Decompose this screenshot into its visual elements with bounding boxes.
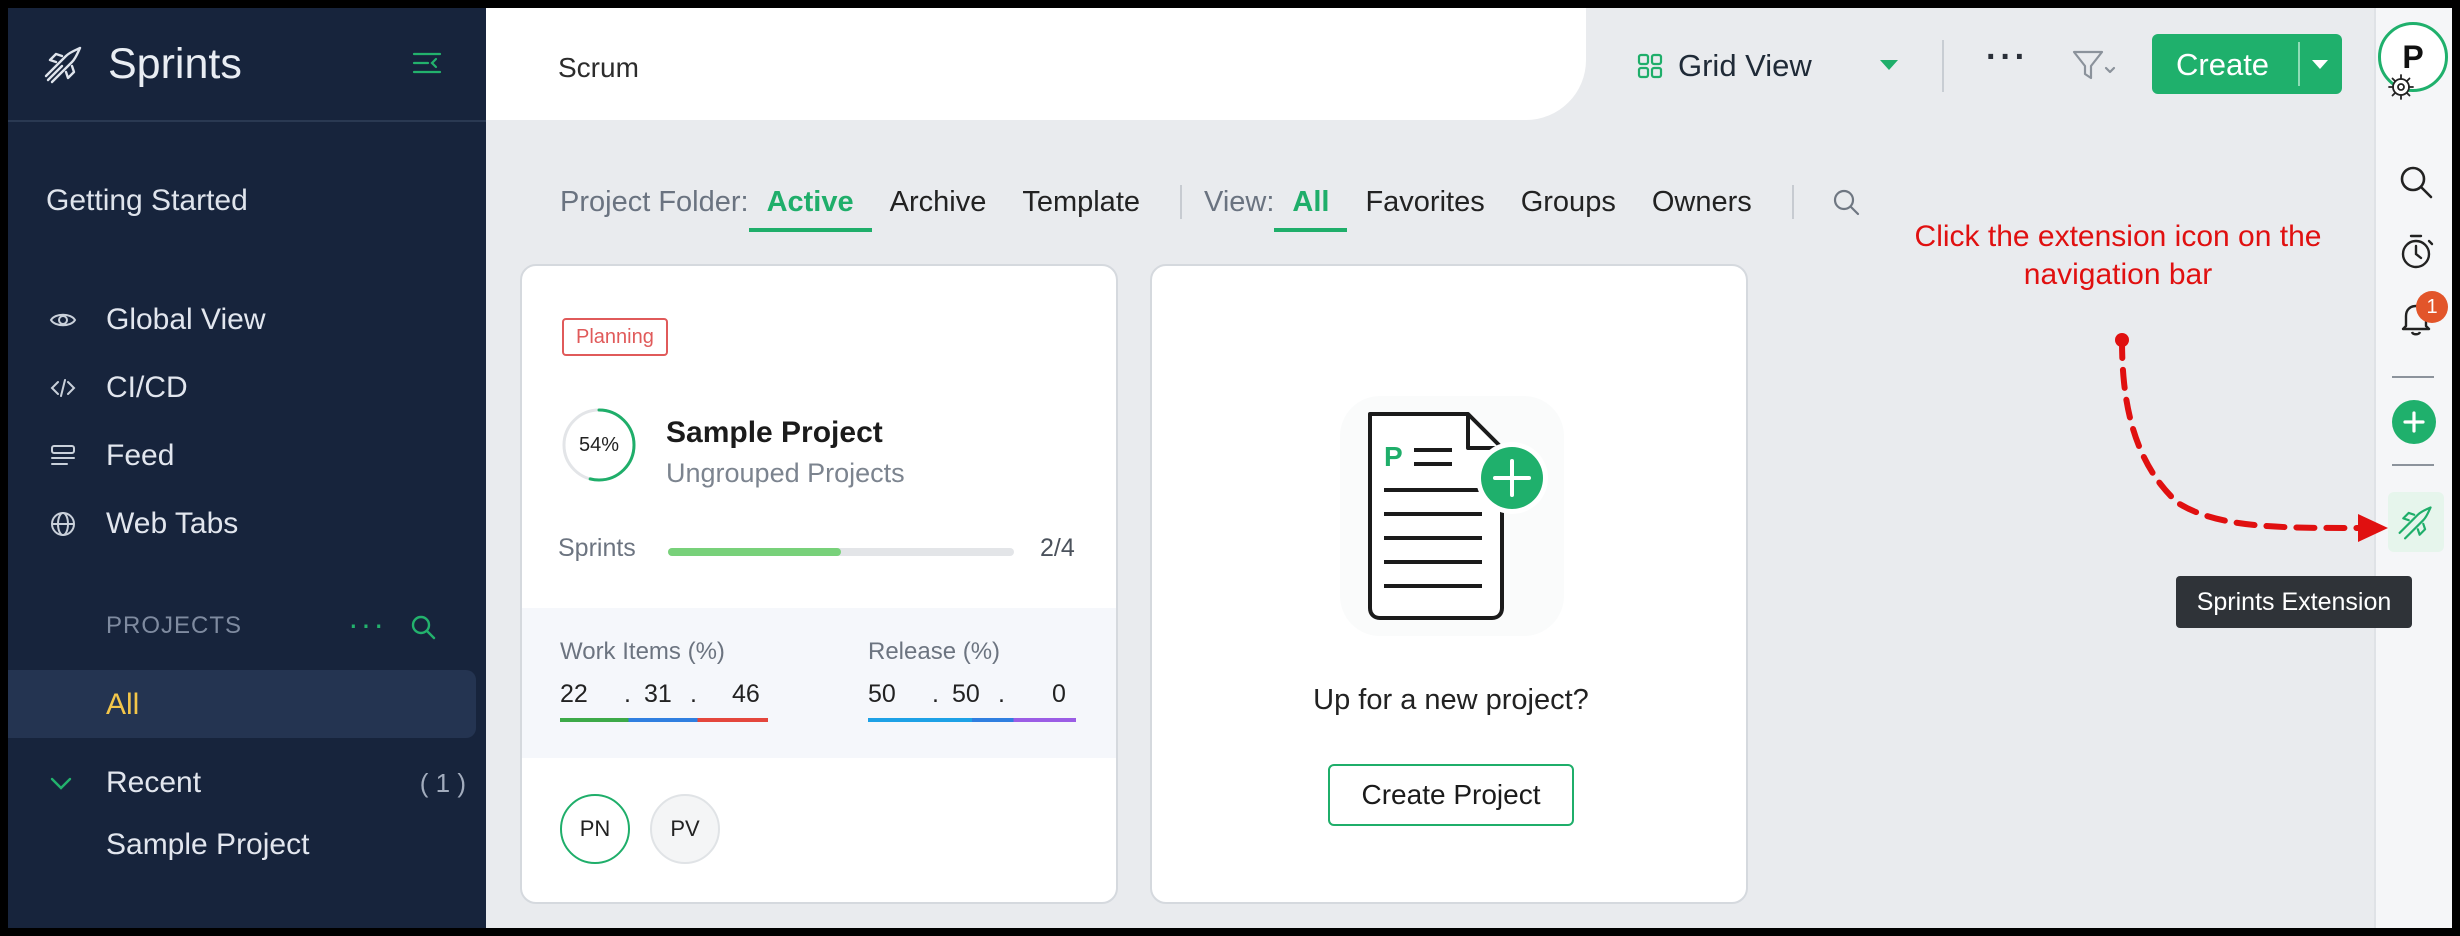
create-project-button[interactable]: Create Project: [1328, 764, 1574, 826]
status-badge: Planning: [562, 318, 668, 356]
release-values: 50 . 50 . 0: [868, 680, 1066, 708]
release-label: Release (%): [868, 638, 1001, 665]
tab-owners[interactable]: Owners: [1634, 172, 1770, 232]
project-folder-label: Project Folder:: [560, 185, 749, 218]
work-items-label: Work Items (%): [560, 638, 725, 665]
sprints-extension-icon: [2398, 506, 2432, 540]
tab-groups[interactable]: Groups: [1503, 172, 1634, 232]
tab-favorites[interactable]: Favorites: [1347, 172, 1502, 232]
recent-count: ( 1 ): [419, 767, 466, 798]
extension-tooltip: Sprints Extension: [2176, 576, 2412, 628]
rail-divider: [2392, 464, 2434, 466]
create-button[interactable]: Create: [2152, 34, 2342, 94]
view-dropdown-caret-icon[interactable]: [1880, 60, 1898, 70]
work-items-values: 22 . 31 . 46: [560, 680, 760, 708]
globe-icon: [46, 507, 80, 541]
filter-icon[interactable]: [2070, 46, 2118, 86]
project-stats: Work Items (%) 22 . 31 . 46 Release (%) …: [522, 608, 1116, 758]
progress-ring: 54%: [560, 406, 638, 484]
annotation-arrow-icon: [2115, 333, 2388, 542]
document-letter: P: [1384, 441, 1403, 472]
new-project-prompt: Up for a new project?: [1313, 684, 1589, 716]
quick-add-button[interactable]: [2392, 400, 2436, 444]
grid-view-selector[interactable]: Grid View: [1636, 44, 1812, 88]
projects-more-icon[interactable]: ···: [348, 606, 386, 643]
eye-icon: [46, 303, 80, 337]
getting-started-link[interactable]: Getting Started: [46, 184, 248, 218]
project-group: Ungrouped Projects: [666, 458, 905, 488]
filter-divider: [1180, 185, 1182, 219]
create-dropdown-icon[interactable]: [2312, 60, 2328, 69]
feed-icon: [46, 439, 80, 473]
projects-search-icon[interactable]: [408, 612, 438, 642]
app-title: Sprints: [108, 39, 242, 88]
create-split-divider: [2298, 42, 2300, 86]
project-filter-bar: Project Folder: Active Archive Template …: [560, 172, 1862, 232]
timer-icon[interactable]: [2396, 232, 2436, 272]
progress-percent: 54%: [578, 433, 620, 456]
sidebar-item-sample-project[interactable]: Sample Project: [106, 828, 309, 862]
rail-divider: [2392, 376, 2434, 378]
sidebar-item-web-tabs[interactable]: Web Tabs: [46, 490, 466, 558]
sprints-logo-icon: [42, 42, 86, 86]
projects-heading: PROJECTS: [106, 612, 243, 639]
project-name[interactable]: Sample Project: [666, 416, 883, 450]
project-members: PN PV: [560, 794, 740, 864]
tab-archive[interactable]: Archive: [872, 172, 1005, 232]
sprints-label: Sprints: [558, 534, 636, 562]
sidebar-nav: Global View CI/CD Feed Web Tabs: [46, 286, 466, 558]
plus-icon: [2403, 411, 2425, 433]
filter-divider: [1791, 185, 1794, 219]
sidebar-item-feed[interactable]: Feed: [46, 422, 466, 490]
code-icon: [46, 371, 80, 405]
new-document-illustration-icon: P: [1340, 396, 1564, 636]
breadcrumb-tab: Scrum: [486, 8, 1586, 120]
chevron-down-icon: [50, 777, 72, 790]
search-icon[interactable]: [2396, 162, 2436, 202]
more-options-icon[interactable]: ···: [1986, 38, 2029, 77]
sidebar-item-recent[interactable]: Recent ( 1 ): [46, 758, 466, 808]
project-card[interactable]: Planning 54% Sample Project Ungrouped Pr…: [520, 264, 1118, 904]
new-project-card: P Up for a new project? Create Project: [1150, 264, 1748, 904]
sidebar-divider: [8, 120, 486, 122]
tab-all[interactable]: All: [1274, 172, 1348, 232]
collapse-sidebar-icon[interactable]: [410, 46, 444, 80]
member-avatar[interactable]: PN: [560, 794, 630, 864]
release-bar: [868, 718, 1076, 722]
notification-badge: 1: [2416, 291, 2448, 323]
project-search-icon[interactable]: [1830, 186, 1862, 218]
tab-template[interactable]: Template: [1004, 172, 1158, 232]
view-label: View:: [1204, 185, 1275, 218]
sprints-progress-fill: [668, 548, 841, 556]
workspace-label: Scrum: [558, 52, 639, 83]
settings-gear-icon[interactable]: [2388, 74, 2414, 100]
sprints-count: 2/4: [1040, 534, 1075, 562]
sidebar-item-all[interactable]: All: [8, 670, 476, 738]
sidebar: Sprints Getting Started Global View CI/C…: [8, 8, 486, 928]
sprints-progress-bar: [668, 548, 1014, 556]
tab-active[interactable]: Active: [748, 172, 872, 232]
grid-icon: [1637, 53, 1663, 79]
sidebar-item-cicd[interactable]: CI/CD: [46, 354, 466, 422]
brand[interactable]: Sprints: [42, 34, 242, 94]
toolbar-divider: [1942, 40, 1944, 92]
member-avatar[interactable]: PV: [650, 794, 720, 864]
instruction-annotation: Click the extension icon on the navigati…: [1914, 220, 2322, 291]
app-frame: Sprints Getting Started Global View CI/C…: [8, 8, 2452, 928]
sidebar-item-global-view[interactable]: Global View: [46, 286, 466, 354]
work-items-bar: [560, 718, 768, 722]
